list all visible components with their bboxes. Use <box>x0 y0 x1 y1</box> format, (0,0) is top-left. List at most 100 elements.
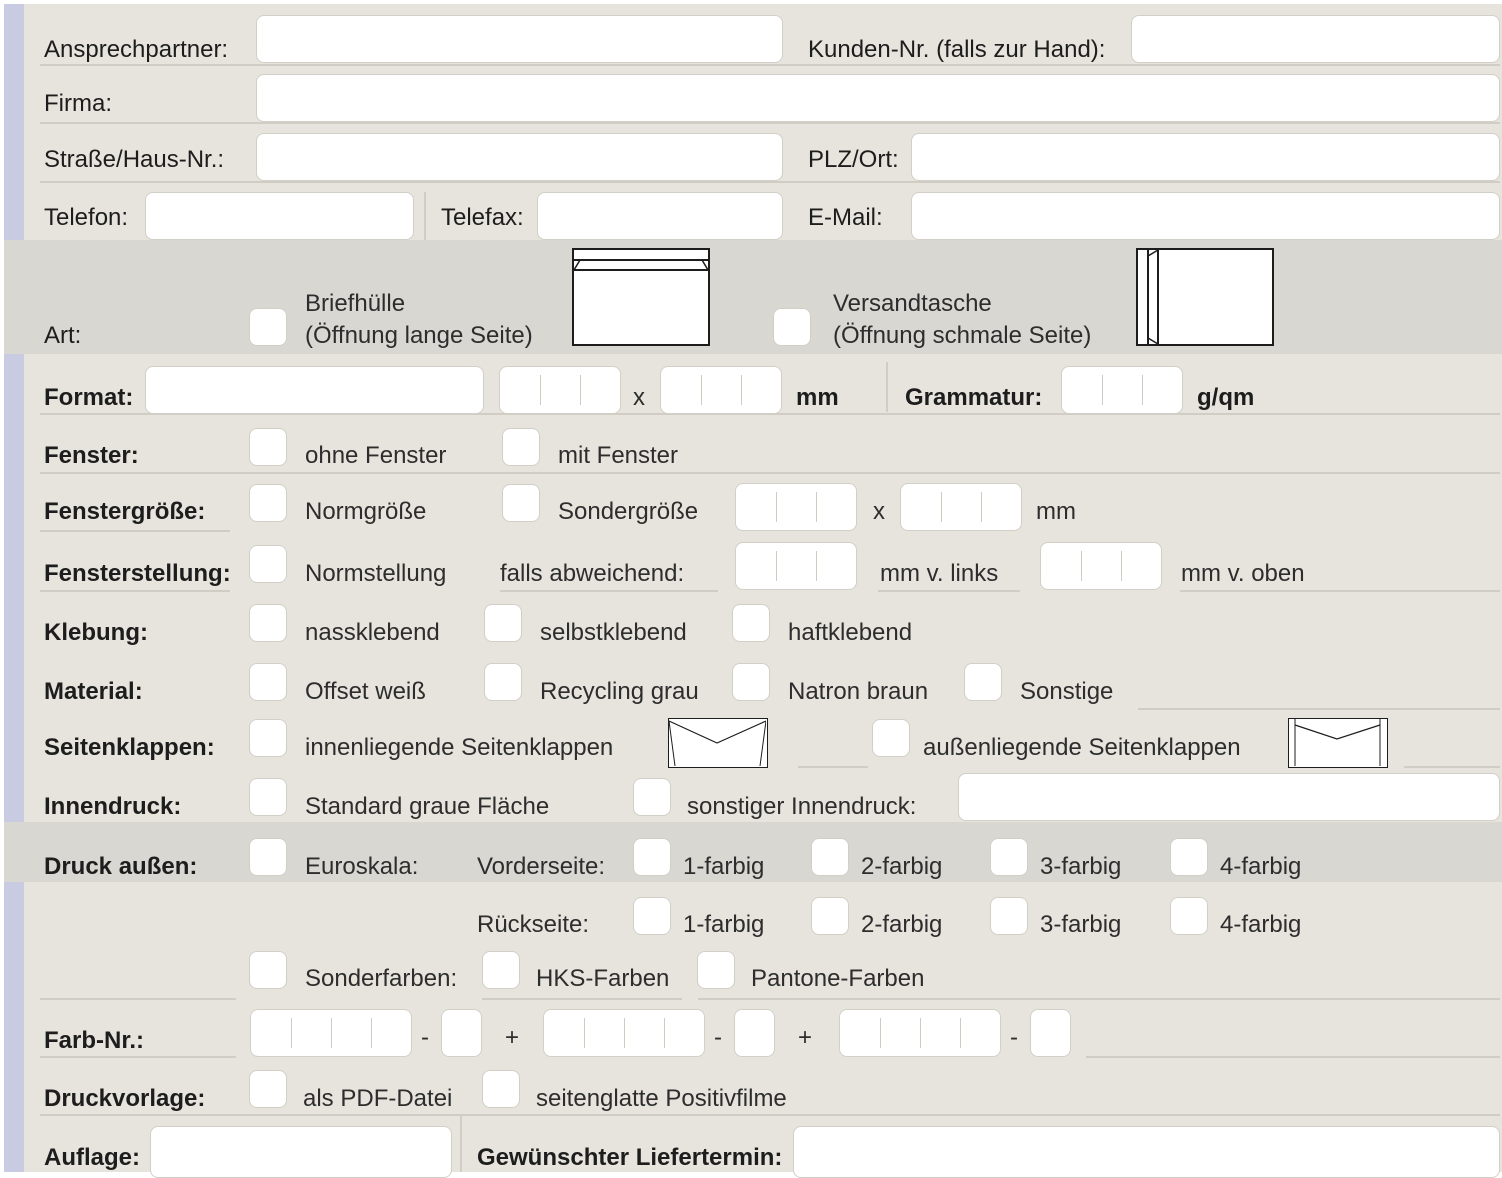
vorder-3farbig-checkbox[interactable] <box>990 838 1028 876</box>
email-label: E-Mail: <box>808 204 883 231</box>
firma-field[interactable] <box>256 74 1500 122</box>
rueck-4farbig-checkbox[interactable] <box>1170 897 1208 935</box>
sonstiger-innendruck-field[interactable] <box>958 773 1500 821</box>
rueck-3farbig-checkbox[interactable] <box>990 897 1028 935</box>
natron-checkbox[interactable] <box>732 663 770 701</box>
fenster-width-field[interactable] <box>735 483 857 531</box>
fenstergroesse-label: Fenstergröße: <box>44 498 206 525</box>
fenster-oben-field[interactable] <box>1040 542 1162 590</box>
hks-checkbox[interactable] <box>482 951 520 989</box>
briefhuelle-label: Briefhülle <box>305 290 406 317</box>
briefhuelle-checkbox[interactable] <box>249 308 287 346</box>
haftklebend-checkbox[interactable] <box>732 604 770 642</box>
pantone-label: Pantone-Farben <box>751 965 925 992</box>
liefertermin-field[interactable] <box>793 1126 1500 1178</box>
rueck-2farbig-label: 2-farbig <box>861 911 943 938</box>
ohne-fenster-checkbox[interactable] <box>249 428 287 466</box>
farbnr-2-suffix-field[interactable] <box>734 1009 775 1057</box>
offset-checkbox[interactable] <box>249 663 287 701</box>
ansprechpartner-field[interactable] <box>256 15 783 63</box>
telefon-label: Telefon: <box>44 204 129 231</box>
row-divider <box>40 998 236 1000</box>
art-label: Art: <box>44 322 82 349</box>
sonstige-label: Sonstige <box>1020 678 1114 705</box>
format-mm-label: mm <box>796 384 839 411</box>
telefax-label: Telefax: <box>441 204 524 231</box>
innendruck-label: Innendruck: <box>44 793 182 820</box>
row-divider <box>1404 766 1500 768</box>
versandtasche-checkbox[interactable] <box>773 308 811 346</box>
innenliegend-label: innenliegende Seitenklappen <box>305 734 614 761</box>
standard-grau-checkbox[interactable] <box>249 778 287 816</box>
vorder-2farbig-checkbox[interactable] <box>811 838 849 876</box>
normgroesse-checkbox[interactable] <box>249 484 287 522</box>
druckvorlage-label: Druckvorlage: <box>44 1085 206 1112</box>
sonstiger-innendruck-checkbox[interactable] <box>633 778 671 816</box>
recycling-checkbox[interactable] <box>484 663 522 701</box>
kunden-nr-field[interactable] <box>1131 15 1500 63</box>
aussenliegend-label: außenliegende Seitenklappen <box>923 734 1241 761</box>
row-divider <box>40 472 1500 474</box>
plz-ort-field[interactable] <box>911 133 1500 181</box>
telefax-field[interactable] <box>537 192 783 240</box>
vorder-1farbig-checkbox[interactable] <box>633 838 671 876</box>
format-width-field[interactable] <box>499 366 621 414</box>
innenliegend-checkbox[interactable] <box>249 719 287 757</box>
fenster-links-field[interactable] <box>735 542 857 590</box>
farbnr-1-suffix-field[interactable] <box>441 1009 482 1057</box>
auflage-field[interactable] <box>150 1126 452 1178</box>
farbnr-3-suffix-field[interactable] <box>1030 1009 1071 1057</box>
email-field[interactable] <box>911 192 1500 240</box>
farbnr-3-field[interactable] <box>839 1009 1001 1057</box>
fenster-x-label: x <box>873 498 885 525</box>
sonderfarben-checkbox[interactable] <box>249 951 287 989</box>
rueck-3farbig-label: 3-farbig <box>1040 911 1122 938</box>
telefon-field[interactable] <box>145 192 414 240</box>
versandtasche-label: Versandtasche <box>833 290 992 317</box>
sonstige-checkbox[interactable] <box>964 663 1002 701</box>
sondergroesse-checkbox[interactable] <box>502 484 540 522</box>
format-name-field[interactable] <box>145 366 484 414</box>
positivfilme-checkbox[interactable] <box>482 1070 520 1108</box>
farbnr-3-dash: - <box>1010 1024 1018 1051</box>
kunden-nr-label: Kunden-Nr. (falls zur Hand): <box>808 36 1106 63</box>
ohne-fenster-label: ohne Fenster <box>305 442 447 469</box>
auflage-label: Auflage: <box>44 1144 140 1171</box>
pdf-label: als PDF-Datei <box>303 1085 453 1112</box>
format-height-field[interactable] <box>660 366 782 414</box>
sonstiger-innendruck-label: sonstiger Innendruck: <box>687 793 917 820</box>
col-divider <box>424 192 426 240</box>
normstellung-checkbox[interactable] <box>249 545 287 583</box>
farbnr-1-field[interactable] <box>250 1009 412 1057</box>
rueck-4farbig-label: 4-farbig <box>1220 911 1302 938</box>
pantone-checkbox[interactable] <box>697 951 735 989</box>
material-label: Material: <box>44 678 143 705</box>
links-label: mm v. links <box>880 560 999 587</box>
aussenliegend-checkbox[interactable] <box>872 719 910 757</box>
row-divider <box>1086 1056 1500 1058</box>
row-divider <box>1138 708 1500 710</box>
selbstklebend-label: selbstklebend <box>540 619 687 646</box>
row-divider <box>40 64 1500 66</box>
rueck-2farbig-checkbox[interactable] <box>811 897 849 935</box>
recycling-label: Recycling grau <box>540 678 699 705</box>
normgroesse-label: Normgröße <box>305 498 427 525</box>
natron-label: Natron braun <box>788 678 929 705</box>
selbstklebend-checkbox[interactable] <box>484 604 522 642</box>
versandtasche-sublabel: (Öffnung schmale Seite) <box>833 322 1092 349</box>
grammatur-field[interactable] <box>1061 366 1183 414</box>
fenster-height-field[interactable] <box>900 483 1022 531</box>
farbnr-2-field[interactable] <box>543 1009 705 1057</box>
rueck-1farbig-checkbox[interactable] <box>633 897 671 935</box>
nassklebend-checkbox[interactable] <box>249 604 287 642</box>
normstellung-label: Normstellung <box>305 560 447 587</box>
euroskala-checkbox[interactable] <box>249 838 287 876</box>
mit-fenster-checkbox[interactable] <box>502 428 540 466</box>
strasse-field[interactable] <box>256 133 783 181</box>
briefhuelle-sublabel: (Öffnung lange Seite) <box>305 322 533 349</box>
strasse-label: Straße/Haus-Nr.: <box>44 146 225 173</box>
offset-label: Offset weiß <box>305 678 426 705</box>
vorder-4farbig-checkbox[interactable] <box>1170 838 1208 876</box>
pdf-checkbox[interactable] <box>249 1070 287 1108</box>
format-x-label: x <box>633 384 645 411</box>
